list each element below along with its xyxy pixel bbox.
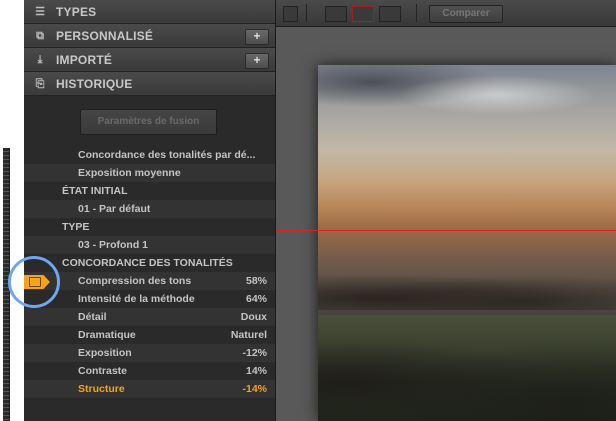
history-item-value: -14%: [242, 383, 267, 395]
history-item-label: 01 - Par défaut: [78, 203, 151, 215]
add-custom-preset-button[interactable]: +: [245, 29, 269, 45]
history-item[interactable]: Exposition -12%: [24, 344, 275, 362]
section-types[interactable]: ☰ TYPES: [24, 0, 275, 24]
history-item[interactable]: Intensité de la méthode 64%: [24, 290, 275, 308]
import-preset-button[interactable]: +: [245, 53, 269, 69]
presets-panel: ☰ TYPES ⧉ PERSONNALISÉ + ⤓ IMPORTÉ + ⎘ H…: [24, 0, 276, 421]
history-item-label: Exposition: [78, 347, 132, 359]
split-guide-line[interactable]: [276, 230, 616, 231]
history-item[interactable]: Détail Doux: [24, 308, 275, 326]
history-item[interactable]: Dramatique Naturel: [24, 326, 275, 344]
preset-icon: ⧉: [36, 30, 44, 42]
highlight-ring: [8, 256, 60, 308]
history-item[interactable]: Exposition moyenne: [24, 164, 275, 182]
section-personnalise[interactable]: ⧉ PERSONNALISÉ +: [24, 24, 275, 48]
photo-preview[interactable]: [318, 65, 616, 421]
history-item-label: Dramatique: [78, 329, 136, 341]
split-view-button[interactable]: [352, 6, 374, 22]
section-importe-label: IMPORTÉ: [56, 53, 113, 67]
history-item[interactable]: Contraste 14%: [24, 362, 275, 380]
history-item[interactable]: 03 - Profond 1: [24, 236, 275, 254]
history-item-value: -12%: [242, 347, 267, 359]
photo-hedge: [318, 327, 616, 421]
history-item-selected[interactable]: Structure -14%: [24, 380, 275, 398]
history-item-value: 14%: [245, 365, 267, 377]
section-historique-label: HISTORIQUE: [56, 77, 133, 91]
single-view-button[interactable]: [325, 6, 347, 22]
viewer-toolbar: Comparer: [276, 0, 616, 27]
history-item-label: Concordance des tonalités par dé...: [78, 149, 256, 161]
history-item-value: Naturel: [230, 329, 267, 341]
history-item[interactable]: 01 - Par défaut: [24, 200, 275, 218]
history-item-label: Détail: [78, 311, 107, 323]
history-item[interactable]: Compression des tons 58%: [24, 272, 275, 290]
history-item-label: Compression des tons: [78, 275, 192, 287]
section-types-label: TYPES: [56, 5, 97, 19]
history-group-header[interactable]: CONCORDANCE DES TONALITÉS: [24, 254, 275, 272]
history-item-label: 03 - Profond 1: [78, 239, 149, 251]
history-group-label: TYPE: [62, 221, 90, 233]
history-item-value: 58%: [245, 275, 267, 287]
photo-cloud: [398, 75, 598, 115]
history-icon: ⎘: [35, 78, 45, 90]
side-by-side-view-button[interactable]: [379, 6, 401, 22]
compare-button[interactable]: Comparer: [429, 5, 503, 23]
history-group-label: ÉTAT INITIAL: [62, 185, 128, 197]
toolbar-divider: [306, 4, 307, 22]
history-item-label: Structure: [78, 383, 125, 395]
section-historique[interactable]: ⎘ HISTORIQUE: [24, 72, 275, 96]
import-icon: ⤓: [37, 54, 43, 66]
history-item-value: 64%: [245, 293, 267, 305]
history-item-value: Doux: [240, 311, 267, 323]
history-item-label: Intensité de la méthode: [78, 293, 195, 305]
history-area: Paramètres de fusion Concordance des ton…: [24, 96, 275, 421]
export-icon[interactable]: [283, 6, 298, 22]
history-group-header[interactable]: TYPE: [24, 218, 275, 236]
history-group-label: CONCORDANCE DES TONALITÉS: [62, 257, 233, 269]
app-window: ☰ TYPES ⧉ PERSONNALISÉ + ⤓ IMPORTÉ + ⎘ H…: [0, 0, 616, 421]
history-item[interactable]: Concordance des tonalités par dé...: [24, 146, 275, 164]
list-icon: ☰: [35, 6, 45, 18]
photo-treeline: [318, 270, 616, 310]
toolbar-divider: [416, 4, 417, 22]
history-group-header[interactable]: ÉTAT INITIAL: [24, 182, 275, 200]
fusion-settings-button[interactable]: Paramètres de fusion: [80, 109, 217, 135]
history-item-label: Exposition moyenne: [78, 167, 181, 179]
history-item-label: Contraste: [78, 365, 128, 377]
section-importe[interactable]: ⤓ IMPORTÉ +: [24, 48, 275, 72]
section-personnalise-label: PERSONNALISÉ: [56, 29, 154, 43]
image-viewer: [276, 27, 616, 421]
